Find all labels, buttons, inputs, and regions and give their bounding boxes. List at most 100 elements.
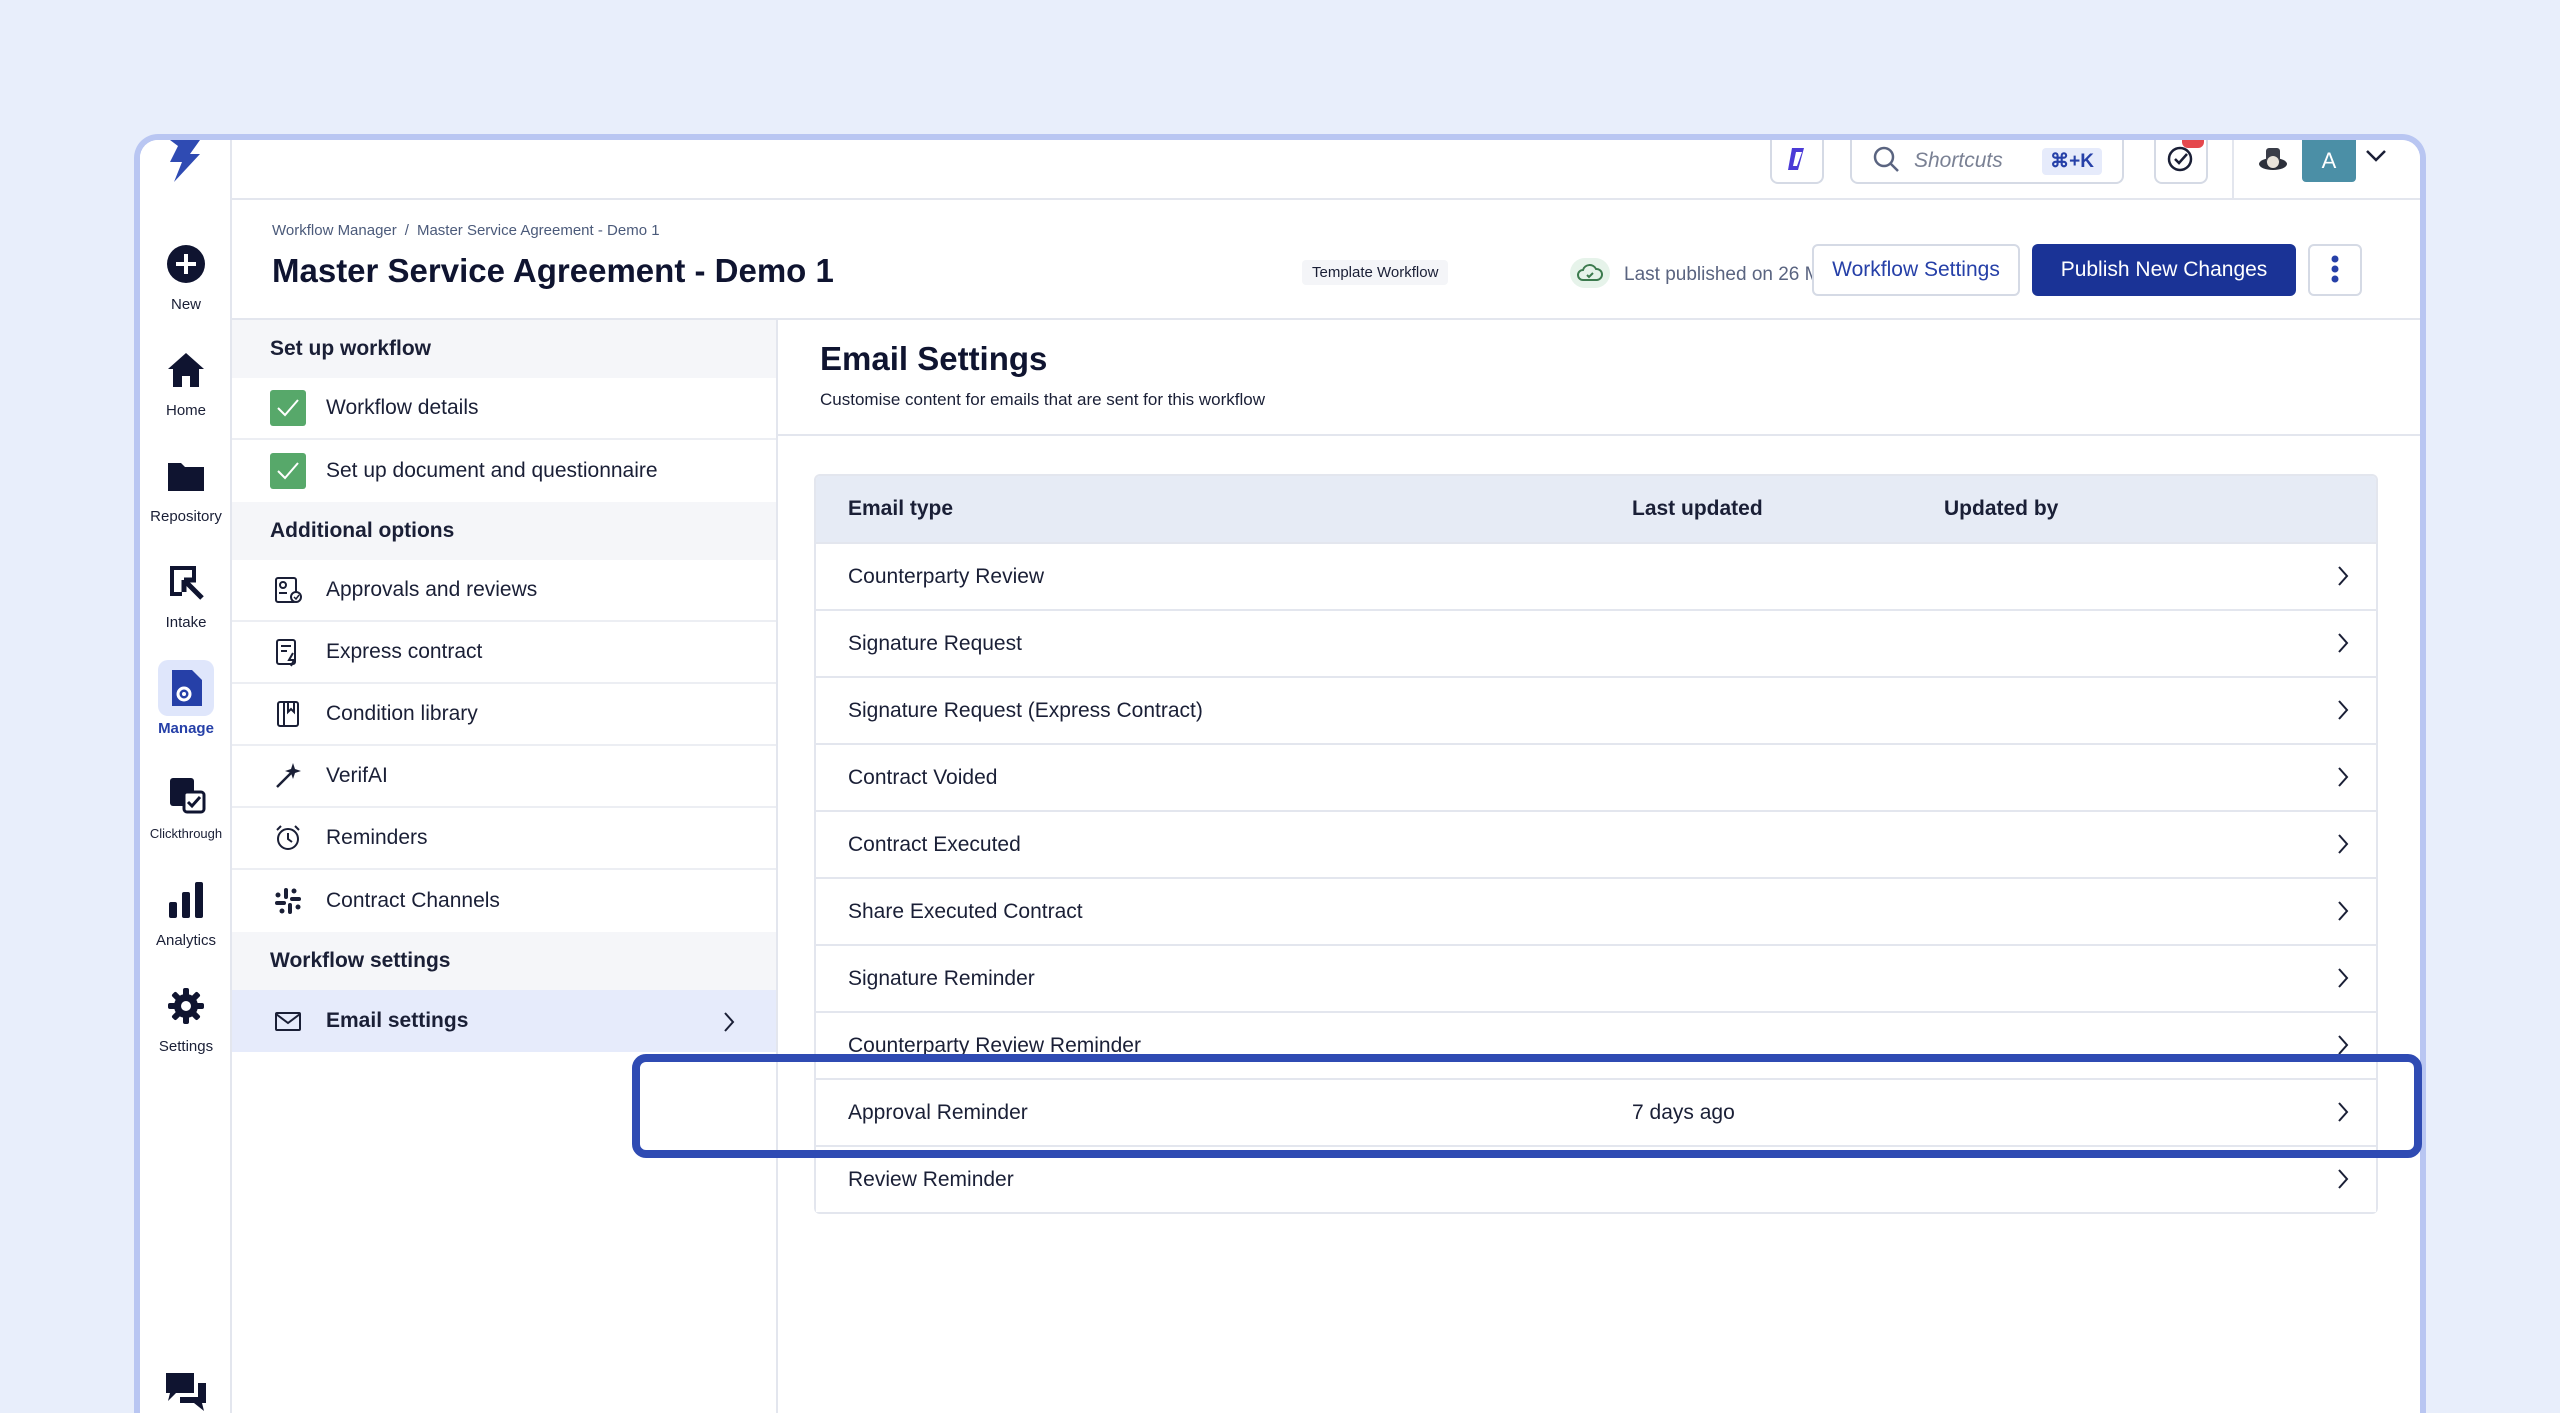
- email-type-cell: Counterparty Review Reminder: [848, 1033, 1141, 1057]
- nav-item-label: VerifAI: [326, 764, 388, 787]
- rail-item-manage[interactable]: Manage: [140, 660, 232, 737]
- rail-label: Settings: [158, 1038, 214, 1055]
- nav-item-condition-library[interactable]: Condition library: [232, 684, 776, 746]
- column-header-email-type: Email type: [848, 497, 954, 520]
- table-row[interactable]: Share Executed Contract: [816, 877, 2376, 944]
- chevron-down-icon[interactable]: [2364, 146, 2388, 171]
- kebab-menu-icon: [2331, 255, 2339, 286]
- nav-item-label: Workflow details: [326, 396, 479, 419]
- shortcut-badge: ⌘+K: [2042, 147, 2102, 175]
- workflow-settings-button[interactable]: Workflow Settings: [1812, 244, 2020, 296]
- topbar-divider: [2232, 140, 2234, 200]
- nav-item-approvals[interactable]: Approvals and reviews: [232, 560, 776, 622]
- email-type-cell: Approval Reminder: [848, 1100, 1028, 1124]
- nav-item-express-contract[interactable]: Express contract: [232, 622, 776, 684]
- rail-item-analytics[interactable]: Analytics: [140, 872, 232, 949]
- cowboy-avatar-icon[interactable]: [2256, 142, 2290, 181]
- nav-item-email-settings[interactable]: Email settings: [232, 990, 776, 1052]
- more-options-button[interactable]: [2308, 244, 2362, 296]
- section-heading-additional: Additional options: [232, 502, 776, 560]
- sparkle-icon: [270, 758, 306, 794]
- search-input[interactable]: Shortcuts ⌘+K: [1850, 140, 2124, 184]
- nav-item-contract-channels[interactable]: Contract Channels: [232, 870, 776, 932]
- nav-item-reminders[interactable]: Reminders: [232, 808, 776, 870]
- analytics-icon: [158, 872, 214, 928]
- table-row[interactable]: Signature Request (Express Contract): [816, 676, 2376, 743]
- email-type-cell: Contract Executed: [848, 832, 1021, 856]
- breadcrumb-workflow-manager[interactable]: Workflow Manager: [272, 222, 397, 239]
- clickthrough-icon: [158, 766, 214, 822]
- rail-label: Analytics: [155, 932, 217, 949]
- task-check-icon: [2166, 144, 2196, 179]
- section-heading-workflow-settings: Workflow settings: [232, 932, 776, 990]
- template-badge: Template Workflow: [1302, 260, 1449, 285]
- rail-item-repository[interactable]: Repository: [140, 448, 232, 525]
- chevron-right-icon: [2336, 631, 2350, 661]
- rail-label: Intake: [165, 614, 207, 631]
- chevron-right-icon: [2336, 564, 2350, 594]
- table-row[interactable]: Signature Request: [816, 609, 2376, 676]
- table-row[interactable]: Counterparty Review Reminder: [816, 1011, 2376, 1078]
- breadcrumb-separator: /: [404, 222, 409, 239]
- chat-icon[interactable]: [164, 1369, 208, 1413]
- left-rail: New Home Repository Intake Manage Clickt…: [140, 140, 232, 1413]
- checkbox-checked-icon: [270, 453, 306, 489]
- plus-circle-icon: [158, 236, 214, 292]
- nav-item-workflow-details[interactable]: Workflow details: [232, 378, 776, 440]
- page-title: Master Service Agreement - Demo 1: [272, 252, 834, 289]
- notification-dot-icon: [2182, 140, 2204, 148]
- chevron-right-icon: [2336, 698, 2350, 728]
- breadcrumb: Workflow Manager / Master Service Agreemen…: [272, 222, 660, 239]
- chevron-right-icon: [2336, 966, 2350, 996]
- nav-item-document-questionnaire[interactable]: Set up document and questionnaire: [232, 440, 776, 502]
- publish-changes-button[interactable]: Publish New Changes: [2032, 244, 2296, 296]
- chevron-right-icon: [2336, 1167, 2350, 1197]
- rail-item-settings[interactable]: Settings: [140, 978, 232, 1055]
- alarm-icon: [270, 820, 306, 856]
- slack-icon: [270, 883, 306, 919]
- chevron-right-icon: [722, 1010, 736, 1040]
- nav-item-label: Set up document and questionnaire: [326, 459, 658, 482]
- column-header-updated-by: Updated by: [1944, 497, 2059, 520]
- rail-item-intake[interactable]: Intake: [140, 554, 232, 631]
- table-row[interactable]: Signature Reminder: [816, 944, 2376, 1011]
- rail-label: New: [170, 296, 201, 313]
- rail-item-new[interactable]: New: [140, 236, 232, 313]
- library-icon: [270, 696, 306, 732]
- rail-item-home[interactable]: Home: [140, 342, 232, 419]
- section-heading-setup: Set up workflow: [232, 320, 776, 378]
- search-icon: [1872, 145, 1900, 178]
- mail-icon: [270, 1003, 306, 1039]
- nav-item-verifai[interactable]: VerifAI: [232, 746, 776, 808]
- logo-icon[interactable]: [160, 140, 208, 184]
- checkbox-checked-icon: [270, 390, 306, 426]
- email-type-cell: Counterparty Review: [848, 564, 1045, 588]
- ai-assistant-button[interactable]: [1770, 140, 1824, 184]
- nav-item-label: Condition library: [326, 702, 478, 725]
- nav-item-label: Reminders: [326, 826, 428, 849]
- rail-item-clickthrough[interactable]: Clickthrough: [140, 766, 232, 841]
- table-row[interactable]: Contract Executed: [816, 810, 2376, 877]
- cloud-sync-icon: [1570, 258, 1610, 288]
- rail-label: Clickthrough: [149, 826, 223, 841]
- table-row[interactable]: Contract Voided: [816, 743, 2376, 810]
- table-row[interactable]: Approval Reminder 7 days ago: [816, 1078, 2376, 1145]
- table-header: Email type Last updated Updated by: [816, 476, 2376, 542]
- rail-label: Manage: [158, 720, 214, 737]
- home-icon: [158, 342, 214, 398]
- user-avatar[interactable]: A: [2302, 140, 2356, 182]
- approvals-icon: [270, 572, 306, 608]
- email-type-cell: Signature Reminder: [848, 966, 1035, 990]
- chevron-right-icon: [2336, 1100, 2350, 1130]
- main-content: Email Settings Customise content for ema…: [778, 320, 2420, 1413]
- table-row[interactable]: Counterparty Review: [816, 542, 2376, 609]
- section-subtitle: Customise content for emails that are se…: [820, 390, 1266, 409]
- breadcrumb-current: Master Service Agreement - Demo 1: [416, 222, 660, 239]
- table-row[interactable]: Review Reminder: [816, 1145, 2376, 1212]
- email-type-cell: Contract Voided: [848, 765, 998, 789]
- email-type-cell: Review Reminder: [848, 1167, 1014, 1191]
- tasks-button[interactable]: [2154, 140, 2208, 184]
- section-title: Email Settings: [820, 340, 1048, 377]
- email-type-cell: Signature Request (Express Contract): [848, 698, 1203, 722]
- chevron-right-icon: [2336, 1033, 2350, 1063]
